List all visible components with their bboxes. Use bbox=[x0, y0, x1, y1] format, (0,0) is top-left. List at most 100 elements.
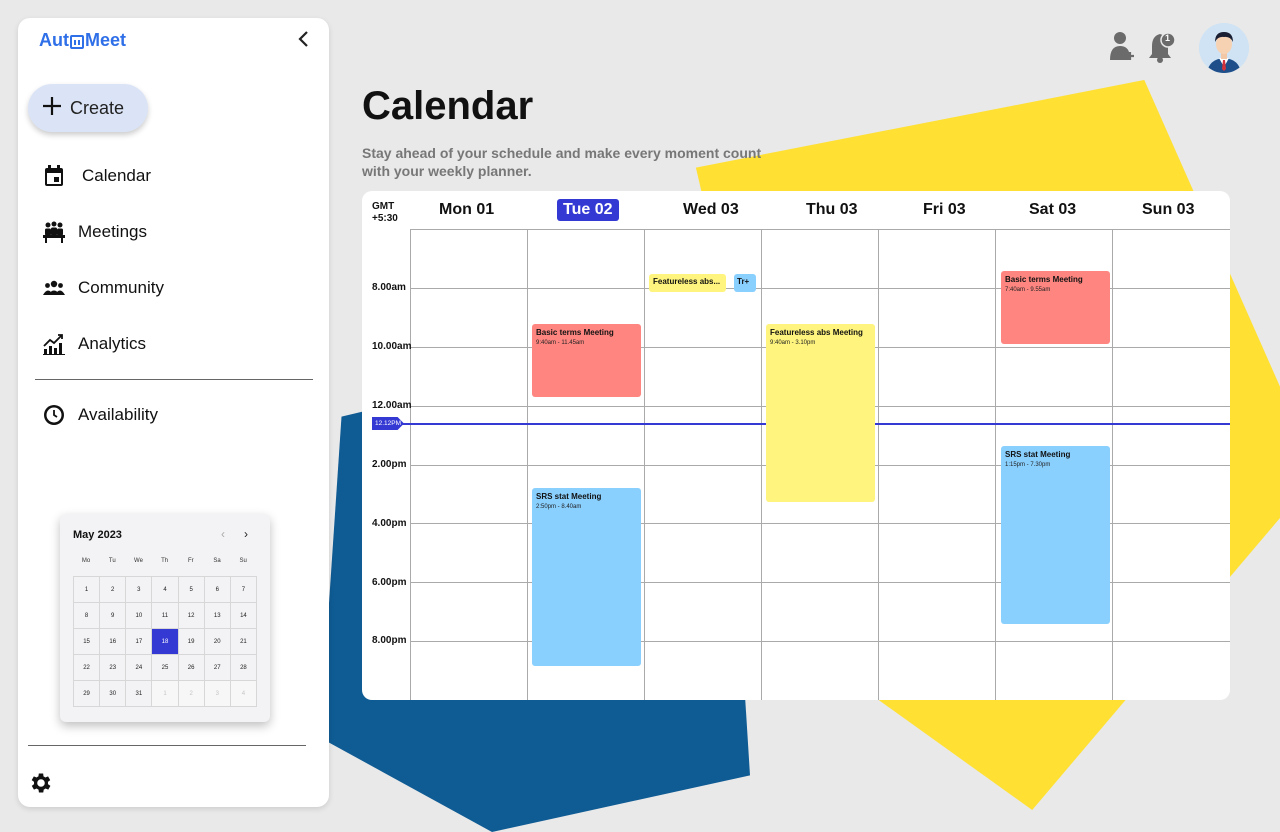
weekday-label: Mo bbox=[81, 558, 91, 564]
grid-line bbox=[410, 229, 411, 700]
time-label: 2.00pm bbox=[372, 459, 407, 470]
timezone-label: GMT +5:30 bbox=[372, 201, 398, 225]
avatar[interactable] bbox=[1199, 23, 1249, 73]
mini-calendar-day[interactable]: 26 bbox=[178, 655, 205, 681]
sidebar-item-label: Community bbox=[78, 278, 164, 297]
mini-calendar-day[interactable]: 21 bbox=[230, 629, 257, 655]
event-time: 2:50pm - 8.40am bbox=[536, 504, 582, 510]
create-button[interactable]: Create bbox=[28, 84, 148, 132]
event-title: SRS stat Meeting bbox=[536, 492, 602, 501]
sidebar-item-label: Meetings bbox=[78, 222, 147, 241]
timezone-offset: +5:30 bbox=[372, 213, 398, 224]
day-header[interactable]: Thu 03 bbox=[806, 201, 858, 219]
add-user-icon[interactable] bbox=[1108, 26, 1136, 67]
sidebar-item-calendar[interactable]: Calendar bbox=[42, 164, 151, 188]
sidebar: Aut Meet Create Calendar Meetings Commun… bbox=[18, 18, 329, 807]
mini-calendar-day[interactable]: 31 bbox=[126, 681, 153, 707]
day-header[interactable]: Fri 03 bbox=[923, 201, 966, 219]
event-more-chip[interactable]: Tr+ bbox=[734, 274, 756, 292]
mini-calendar-day[interactable]: 15 bbox=[74, 629, 101, 655]
mini-calendar-day[interactable]: 2 bbox=[100, 577, 127, 603]
current-time-tag: 12.12PM bbox=[372, 417, 404, 430]
mini-calendar-day[interactable]: 9 bbox=[100, 603, 127, 629]
mini-calendar-day[interactable]: 24 bbox=[126, 655, 153, 681]
page-subtitle: Stay ahead of your schedule and make eve… bbox=[362, 145, 762, 179]
day-header-active[interactable]: Tue 02 bbox=[557, 199, 619, 221]
event-card[interactable]: Basic terms Meeting 9:40am - 11.45am bbox=[532, 324, 641, 397]
event-card[interactable]: Featureless abs... bbox=[649, 274, 726, 292]
sidebar-item-availability[interactable]: Availability bbox=[42, 403, 158, 427]
analytics-icon bbox=[42, 332, 66, 356]
sidebar-item-label: Calendar bbox=[82, 166, 151, 185]
mini-calendar-day[interactable]: 19 bbox=[178, 629, 205, 655]
prev-month-icon[interactable]: ‹ bbox=[221, 527, 225, 541]
day-header[interactable]: Sat 03 bbox=[1029, 201, 1076, 219]
day-header[interactable]: Sun 03 bbox=[1142, 201, 1194, 219]
next-month-icon[interactable]: › bbox=[244, 527, 248, 541]
mini-calendar-day[interactable]: 25 bbox=[152, 655, 179, 681]
mini-calendar-day[interactable]: 1 bbox=[152, 681, 179, 707]
weekday-label: Th bbox=[161, 558, 169, 564]
mini-calendar-day[interactable]: 12 bbox=[178, 603, 205, 629]
weekday-label: Su bbox=[239, 558, 247, 564]
mini-calendar-day[interactable]: 3 bbox=[204, 681, 231, 707]
collapse-sidebar-icon[interactable] bbox=[297, 28, 309, 54]
logo-text-left: Aut bbox=[39, 30, 69, 50]
mini-calendar-day[interactable]: 27 bbox=[204, 655, 231, 681]
grid-line bbox=[410, 229, 1230, 230]
mini-calendar-day[interactable]: 3 bbox=[126, 577, 153, 603]
mini-calendar-day[interactable]: 23 bbox=[100, 655, 127, 681]
weekday-label: We bbox=[134, 558, 143, 564]
create-button-label: Create bbox=[70, 97, 125, 118]
grid-line bbox=[761, 229, 762, 700]
mini-calendar-day[interactable]: 22 bbox=[74, 655, 101, 681]
mini-calendar-day[interactable]: 16 bbox=[100, 629, 127, 655]
time-label: 8.00am bbox=[372, 282, 406, 293]
grid-line bbox=[995, 229, 996, 700]
day-header[interactable]: Wed 03 bbox=[683, 201, 739, 219]
mini-calendar-day[interactable]: 17 bbox=[126, 629, 153, 655]
sidebar-item-meetings[interactable]: Meetings bbox=[42, 220, 147, 244]
event-title: Tr+ bbox=[737, 277, 750, 286]
weekday-label: Sa bbox=[213, 558, 221, 564]
app-logo[interactable]: Aut Meet bbox=[39, 30, 126, 51]
mini-calendar-day[interactable]: 4 bbox=[152, 577, 179, 603]
mini-calendar-day[interactable]: 18 bbox=[152, 629, 179, 655]
mini-calendar-day[interactable]: 29 bbox=[74, 681, 101, 707]
mini-calendar-day[interactable]: 7 bbox=[230, 577, 257, 603]
day-header[interactable]: Mon 01 bbox=[439, 201, 494, 219]
gear-icon[interactable] bbox=[28, 770, 54, 801]
mini-calendar-day[interactable]: 14 bbox=[230, 603, 257, 629]
grid-line bbox=[1112, 229, 1113, 700]
mini-calendar-day[interactable]: 1 bbox=[74, 577, 101, 603]
mini-calendar-day[interactable]: 20 bbox=[204, 629, 231, 655]
mini-calendar-day[interactable]: 13 bbox=[204, 603, 231, 629]
mini-calendar-day[interactable]: 8 bbox=[74, 603, 101, 629]
event-card[interactable]: SRS stat Meeting 2:50pm - 8.40am bbox=[532, 488, 641, 666]
mini-calendar-day[interactable]: 5 bbox=[178, 577, 205, 603]
mini-calendar-day[interactable]: 6 bbox=[204, 577, 231, 603]
mini-calendar-day[interactable]: 10 bbox=[126, 603, 153, 629]
event-card[interactable]: Basic terms Meeting 7:40am - 9.55am bbox=[1001, 271, 1110, 344]
notification-count-badge: 1 bbox=[1165, 33, 1171, 43]
community-icon bbox=[42, 276, 66, 300]
timezone-name: GMT bbox=[372, 201, 395, 212]
calendar-icon bbox=[42, 164, 66, 188]
event-card[interactable]: SRS stat Meeting 1:15pm - 7.30pm bbox=[1001, 446, 1110, 624]
event-time: 9:40am - 11.45am bbox=[536, 340, 585, 346]
time-label: 8.00pm bbox=[372, 635, 407, 646]
event-title: Featureless abs Meeting bbox=[770, 328, 863, 337]
mini-calendar-day[interactable]: 30 bbox=[100, 681, 127, 707]
grid-line bbox=[644, 229, 645, 700]
clock-icon bbox=[42, 403, 66, 427]
event-card[interactable]: Featureless abs Meeting 9:40am - 3.10pm bbox=[766, 324, 875, 502]
mini-calendar-day[interactable]: 4 bbox=[230, 681, 257, 707]
bell-icon[interactable]: 1 bbox=[1146, 30, 1180, 69]
mini-calendar-day[interactable]: 2 bbox=[178, 681, 205, 707]
sidebar-item-community[interactable]: Community bbox=[42, 276, 164, 300]
mini-calendar-day[interactable]: 28 bbox=[230, 655, 257, 681]
sidebar-item-analytics[interactable]: Analytics bbox=[42, 332, 146, 356]
mini-calendar-day[interactable]: 11 bbox=[152, 603, 179, 629]
event-title: Basic terms Meeting bbox=[536, 328, 614, 337]
sidebar-divider bbox=[35, 379, 313, 380]
